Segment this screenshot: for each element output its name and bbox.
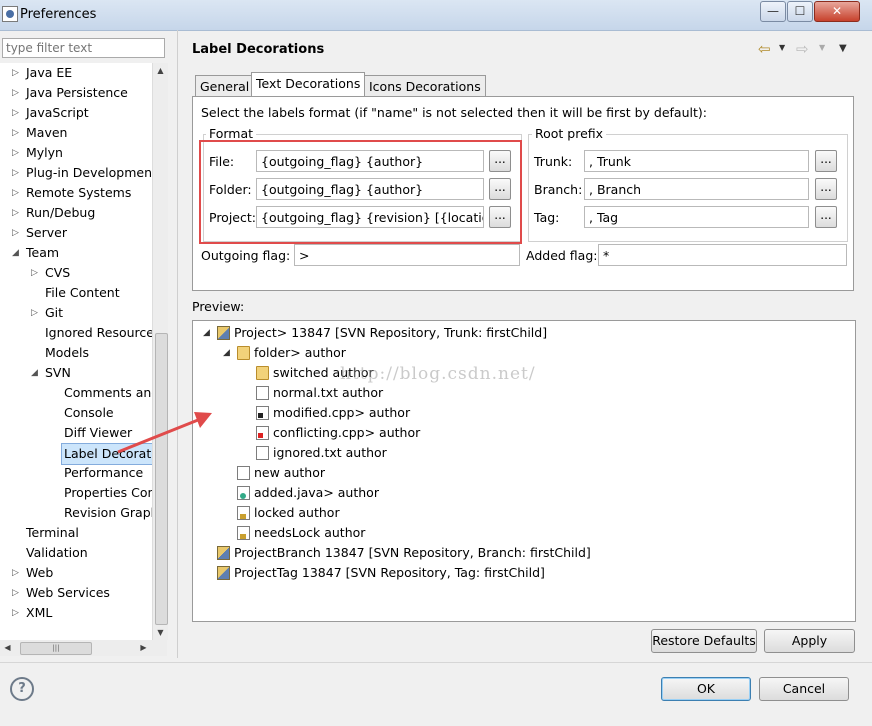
restore-defaults-button[interactable]: Restore Defaults xyxy=(651,629,757,653)
cancel-button[interactable]: Cancel xyxy=(759,677,849,701)
ok-button[interactable]: OK xyxy=(661,677,751,701)
footer-divider xyxy=(0,662,872,663)
annotation-arrow xyxy=(117,412,212,454)
apply-button[interactable]: Apply xyxy=(764,629,855,653)
help-icon[interactable]: ? xyxy=(10,677,34,701)
